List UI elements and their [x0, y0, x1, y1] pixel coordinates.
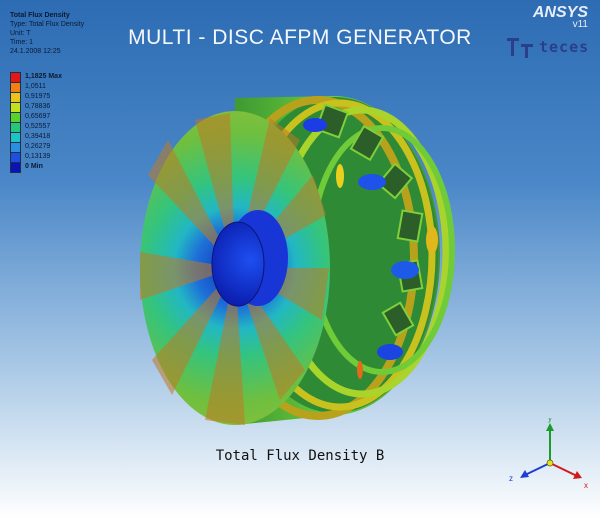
- axis-x-label: x: [584, 481, 588, 490]
- axis-y-label: y: [548, 418, 552, 423]
- axis-triad[interactable]: y z x: [505, 418, 595, 493]
- graphics-viewport[interactable]: Total Flux Density Type: Total Flux Dens…: [0, 0, 600, 519]
- shaft-face: [211, 221, 265, 307]
- axis-z-label: z: [509, 474, 513, 483]
